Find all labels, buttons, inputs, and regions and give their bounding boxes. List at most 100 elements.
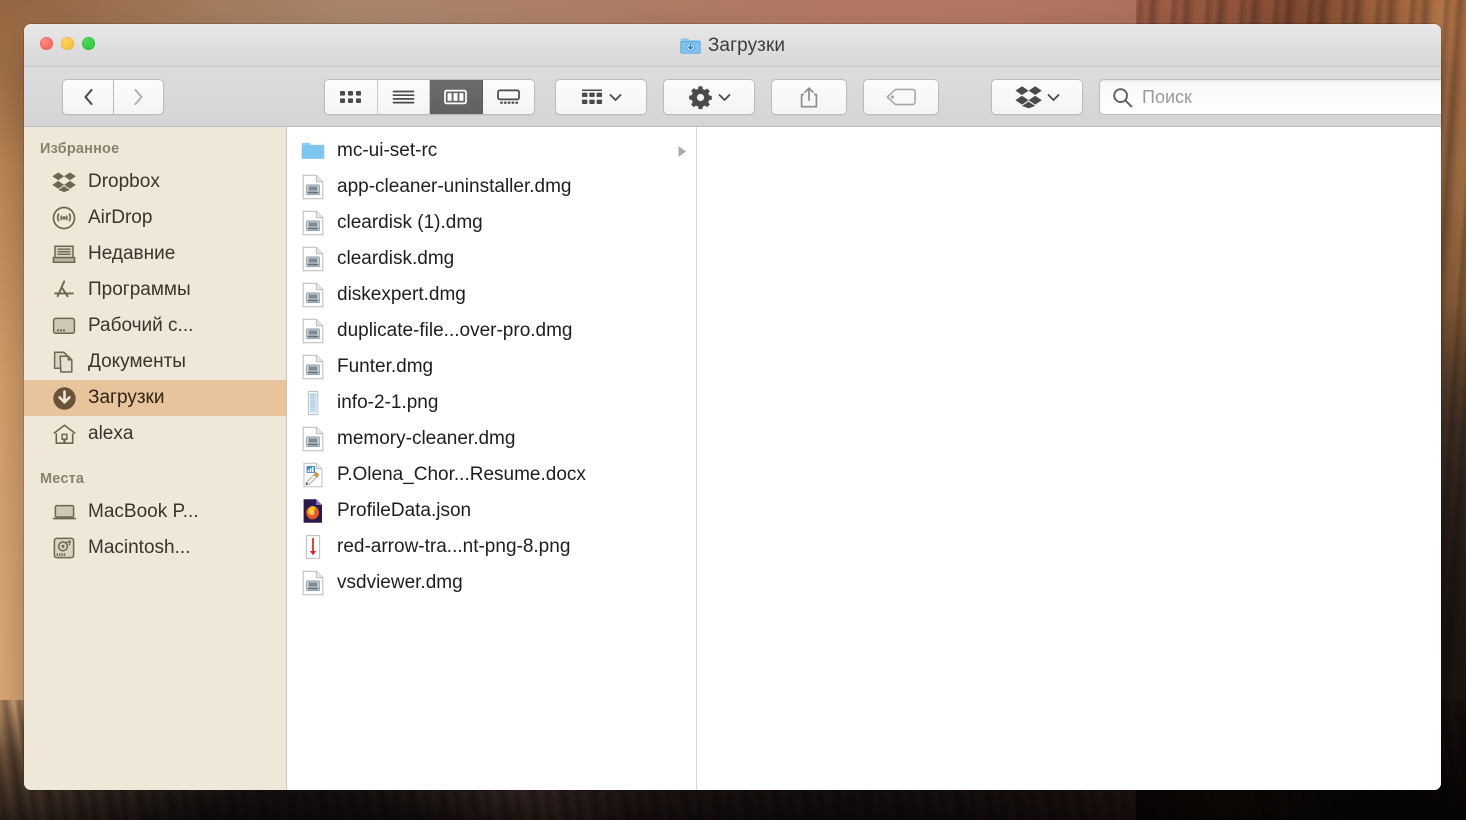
sidebar-group-favorites: Избранное Dropbox AirDrop Недавние Прогр…: [24, 141, 286, 452]
window-titlebar[interactable]: Загрузки: [24, 24, 1441, 67]
dmg-icon: [302, 426, 324, 452]
close-button[interactable]: [40, 37, 53, 50]
back-chevron-icon: [83, 88, 93, 106]
chevron-down-icon: [1047, 93, 1059, 101]
search-icon: [1113, 87, 1133, 107]
file-name: diskexpert.dmg: [337, 284, 466, 305]
list-item[interactable]: cleardisk.dmg: [287, 241, 696, 277]
list-lines-icon: [392, 90, 415, 104]
dmg-icon: [302, 246, 324, 272]
arrange-by-button[interactable]: [555, 79, 647, 115]
action-menu-button[interactable]: [663, 79, 755, 115]
sidebar-item-label: Программы: [88, 279, 191, 300]
list-item[interactable]: red-arrow-tra...nt-png-8.png: [287, 529, 696, 565]
minimize-button[interactable]: [61, 37, 74, 50]
share-icon: [800, 86, 818, 108]
list-item[interactable]: info-2-1.png: [287, 385, 696, 421]
view-mode-segmented-control: [324, 79, 535, 115]
view-mode-icon[interactable]: [325, 80, 378, 114]
sidebar-item-label: MacBook P...: [88, 501, 199, 522]
dmg-icon: [302, 210, 324, 236]
view-mode-list[interactable]: [377, 80, 430, 114]
maximize-button[interactable]: [82, 37, 95, 50]
view-mode-gallery[interactable]: [482, 80, 534, 114]
list-item[interactable]: cleardisk (1).dmg: [287, 205, 696, 241]
dropbox-menu-button[interactable]: [991, 79, 1083, 115]
sidebar-item-label: Рабочий с...: [88, 315, 194, 336]
sidebar-item-label: Macintosh...: [88, 537, 191, 558]
list-item[interactable]: diskexpert.dmg: [287, 277, 696, 313]
dmg-icon: [302, 282, 324, 308]
back-button[interactable]: [62, 79, 113, 115]
folder-icon: [301, 142, 325, 159]
view-mode-column[interactable]: [430, 80, 483, 114]
sidebar-item-applications[interactable]: Программы: [24, 272, 286, 308]
forward-chevron-icon: [134, 88, 143, 106]
finder-window: Загрузки Поиск Избранное Dropbox AirDrop…: [24, 24, 1441, 790]
list-item[interactable]: memory-cleaner.dmg: [287, 421, 696, 457]
window-body: Избранное Dropbox AirDrop Недавние Прогр…: [24, 127, 1441, 790]
file-name: mc-ui-set-rc: [337, 140, 438, 161]
list-item[interactable]: Funter.dmg: [287, 349, 696, 385]
gallery-icon: [496, 89, 520, 104]
share-button[interactable]: [771, 79, 847, 115]
sidebar-item-label: Документы: [88, 351, 186, 372]
file-name: ProfileData.json: [337, 500, 472, 521]
sidebar-item-recents[interactable]: Недавние: [24, 236, 286, 272]
tags-button[interactable]: [863, 79, 939, 115]
search-input[interactable]: Поиск: [1099, 79, 1441, 115]
sidebar-item-downloads[interactable]: Загрузки: [24, 380, 286, 416]
harddisk-icon: [51, 535, 77, 561]
recents-icon: [51, 241, 77, 267]
columns-icon: [444, 89, 468, 105]
redarrow-png-icon: [305, 535, 321, 559]
home-icon: [51, 421, 77, 447]
disclosure-triangle-icon[interactable]: [676, 145, 688, 158]
laptop-icon: [51, 499, 77, 525]
arrange-grid-icon: [582, 88, 602, 104]
sidebar-item-documents[interactable]: Документы: [24, 344, 286, 380]
sidebar-item-label: AirDrop: [88, 207, 153, 228]
page-title: Загрузки: [707, 34, 786, 56]
chevron-down-icon: [609, 93, 622, 101]
file-name: info-2-1.png: [337, 392, 439, 413]
dmg-icon: [302, 354, 324, 380]
grid-icon: [340, 91, 362, 103]
tag-icon: [886, 88, 916, 106]
gear-icon: [688, 85, 712, 109]
file-name: red-arrow-tra...nt-png-8.png: [337, 536, 571, 557]
file-name: cleardisk.dmg: [337, 248, 455, 269]
chevron-down-icon: [718, 93, 730, 101]
list-item[interactable]: P.Olena_Chor...Resume.docx: [287, 457, 696, 493]
list-item[interactable]: vsdviewer.dmg: [287, 565, 696, 601]
preview-column: [697, 127, 1441, 790]
sidebar: Избранное Dropbox AirDrop Недавние Прогр…: [24, 127, 287, 790]
window-toolbar: Поиск: [24, 67, 1441, 127]
airdrop-icon: [51, 205, 77, 231]
sidebar-item-dropbox[interactable]: Dropbox: [24, 164, 286, 200]
forward-button[interactable]: [113, 79, 164, 115]
documents-icon: [51, 349, 77, 375]
docx-icon: [303, 462, 323, 488]
window-title-group: Загрузки: [24, 24, 1441, 67]
dmg-icon: [302, 318, 324, 344]
list-item[interactable]: duplicate-file...over-pro.dmg: [287, 313, 696, 349]
downloads-folder-icon: [680, 38, 701, 54]
sidebar-item-desktop[interactable]: Рабочий с...: [24, 308, 286, 344]
dmg-icon: [302, 570, 324, 596]
traffic-light-buttons: [40, 37, 95, 50]
sidebar-item-home[interactable]: alexa: [24, 416, 286, 452]
file-name: app-cleaner-uninstaller.dmg: [337, 176, 572, 197]
file-name: memory-cleaner.dmg: [337, 428, 516, 449]
list-item[interactable]: ProfileData.json: [287, 493, 696, 529]
dropbox-icon: [51, 169, 77, 195]
png-icon: [307, 390, 319, 416]
sidebar-item-macbook[interactable]: MacBook P...: [24, 494, 286, 530]
desktop-icon: [51, 313, 77, 339]
sidebar-item-label: Dropbox: [88, 171, 160, 192]
list-item[interactable]: mc-ui-set-rc: [287, 133, 696, 169]
search-placeholder: Поиск: [1142, 86, 1192, 107]
sidebar-item-airdrop[interactable]: AirDrop: [24, 200, 286, 236]
sidebar-item-macintosh-hd[interactable]: Macintosh...: [24, 530, 286, 566]
list-item[interactable]: app-cleaner-uninstaller.dmg: [287, 169, 696, 205]
